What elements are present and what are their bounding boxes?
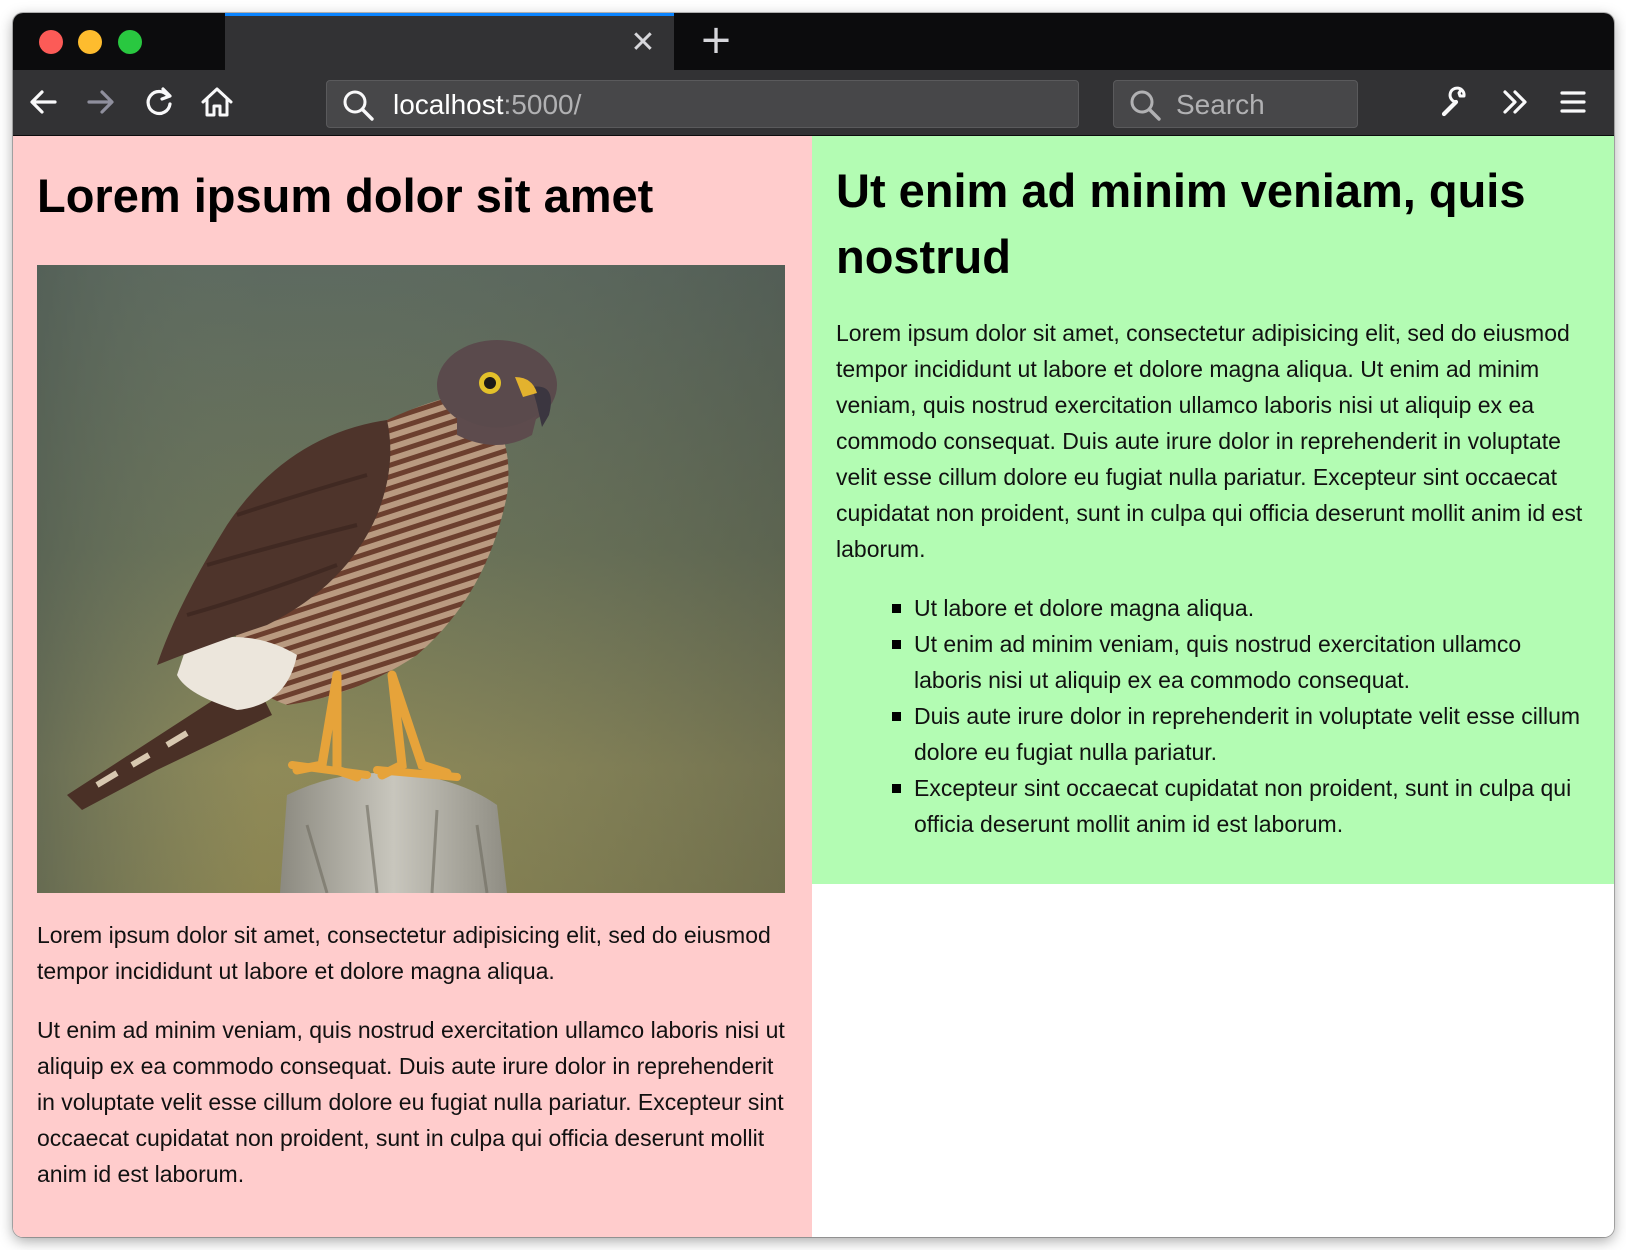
search-icon <box>343 90 374 121</box>
search-icon <box>1130 90 1161 121</box>
left-column: Lorem ipsum dolor sit amet Lorem ipsum d… <box>13 136 812 1237</box>
list-item: Excepteur sint occaecat cupidatat non pr… <box>892 770 1590 842</box>
hamburger-menu-icon[interactable] <box>1555 84 1591 120</box>
page-content: Lorem ipsum dolor sit amet Lorem ipsum d… <box>13 136 1614 1237</box>
back-arrow-icon[interactable] <box>25 84 61 120</box>
overflow-chevrons-icon[interactable] <box>1497 84 1533 120</box>
search-field[interactable]: Search <box>1113 80 1358 128</box>
url-path: :5000/ <box>503 89 582 120</box>
window-close-button[interactable] <box>39 30 63 54</box>
list-item: Ut labore et dolore magna aliqua. <box>892 590 1590 626</box>
list-item: Duis aute irure dolor in reprehenderit i… <box>892 698 1590 770</box>
close-icon[interactable]: ✕ <box>630 28 656 58</box>
left-paragraph-1: Lorem ipsum dolor sit amet, consectetur … <box>37 922 771 984</box>
search-placeholder: Search <box>1176 89 1265 120</box>
right-column: Ut enim ad minim veniam, quis nostrud Lo… <box>812 136 1614 884</box>
url-text: localhost:5000/ <box>393 90 581 120</box>
window-minimize-button[interactable] <box>78 30 102 54</box>
window-maximize-button[interactable] <box>118 30 142 54</box>
navigation-toolbar: localhost:5000/ Search <box>13 70 1614 136</box>
reload-icon[interactable] <box>141 84 177 120</box>
tab-active[interactable]: ✕ <box>225 13 674 70</box>
home-icon[interactable] <box>199 84 235 120</box>
forward-arrow-icon[interactable] <box>83 84 119 120</box>
bullet-list: Ut labore et dolore magna aliqua. Ut eni… <box>836 590 1590 842</box>
url-bar[interactable]: localhost:5000/ <box>326 80 1079 128</box>
url-host: localhost <box>393 89 504 120</box>
left-paragraph-2: Ut enim ad minim veniam, quis nostrud ex… <box>37 1017 785 1187</box>
left-heading: Lorem ipsum dolor sit amet <box>37 169 654 222</box>
list-item: Ut enim ad minim veniam, quis nostrud ex… <box>892 626 1590 698</box>
right-paragraph: Lorem ipsum dolor sit amet, consectetur … <box>836 320 1583 562</box>
plus-icon[interactable]: + <box>699 20 733 60</box>
tab-strip: ✕ + <box>13 13 1614 70</box>
wrench-icon[interactable] <box>1437 84 1473 120</box>
right-heading: Ut enim ad minim veniam, quis nostrud <box>836 164 1526 283</box>
browser-window: ✕ + localhost:5000/ Search Lorem ipsum d… <box>13 13 1614 1237</box>
hawk-photo <box>37 265 785 893</box>
